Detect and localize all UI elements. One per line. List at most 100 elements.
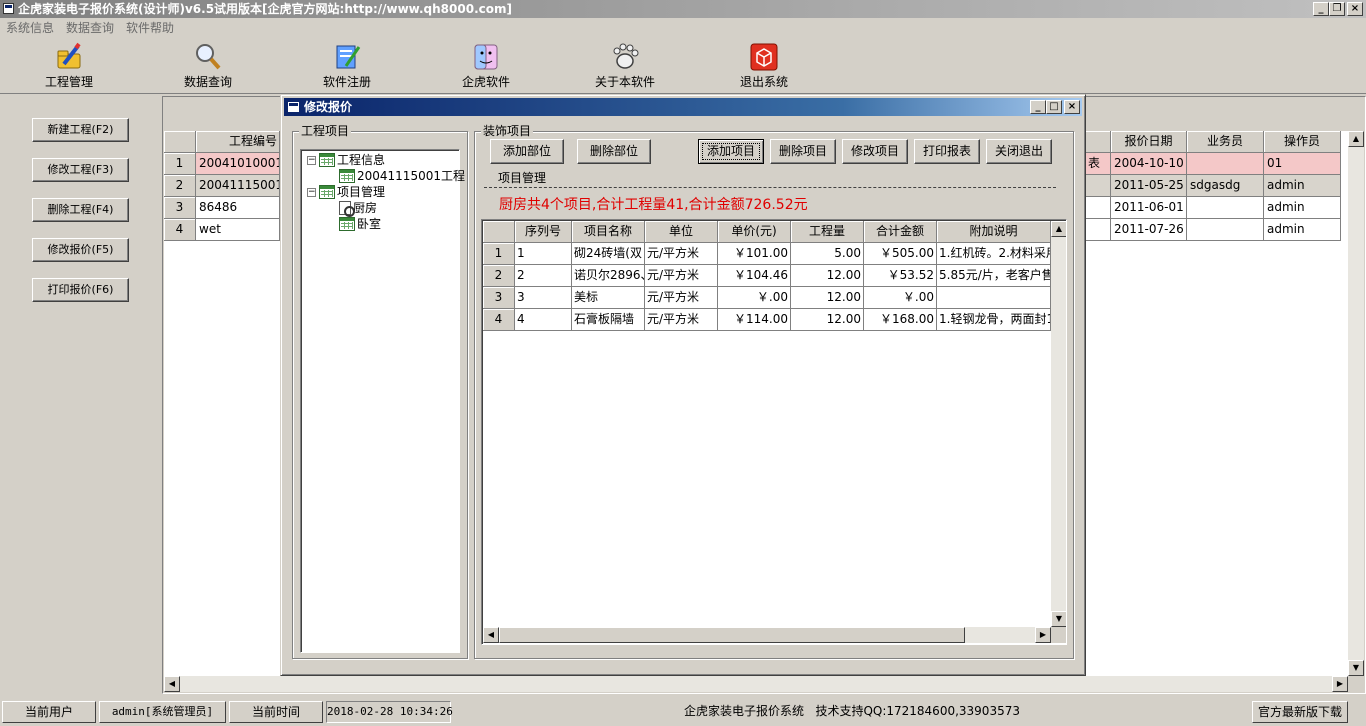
column-header-seq[interactable]: 序列号 <box>515 221 572 243</box>
table-cell[interactable]: admin <box>1264 175 1341 197</box>
toolbar-project-management[interactable]: 工程管理 <box>24 42 114 92</box>
table-cell[interactable]: 01 <box>1264 153 1341 175</box>
tree-node-kitchen[interactable]: 厨房 <box>339 201 377 217</box>
table-cell[interactable]: ￥505.00 <box>864 243 937 265</box>
table-cell[interactable]: 20041010001 <box>196 153 280 175</box>
items-grid-vscroll[interactable]: ▲ ▼ <box>1051 221 1066 627</box>
items-grid-hscroll-thumb[interactable] <box>499 627 965 643</box>
table-cell[interactable]: 2004-10-10 <box>1111 153 1187 175</box>
items-grid-hscroll[interactable]: ◀ ▶ <box>483 627 1051 643</box>
table-cell[interactable] <box>1187 219 1264 241</box>
print-report-button[interactable]: 打印报表 <box>914 139 980 164</box>
table-cell[interactable] <box>1187 197 1264 219</box>
table-cell[interactable]: 元/平方米 <box>645 309 718 331</box>
table-cell[interactable]: ￥104.46 <box>718 265 791 287</box>
table-cell[interactable]: 2011-07-26 <box>1111 219 1187 241</box>
tree-node-project-code[interactable]: 20041115001工程 <box>339 169 465 184</box>
close-button[interactable]: × <box>1347 2 1363 16</box>
toolbar-data-query[interactable]: 数据查询 <box>163 42 253 92</box>
table-cell[interactable]: 1.红机砖。2.材料采用 <box>937 243 1051 265</box>
row-number[interactable]: 4 <box>164 219 196 241</box>
row-number[interactable]: 3 <box>483 287 515 309</box>
column-header-salesperson[interactable]: 业务员 <box>1187 131 1264 153</box>
column-header-total[interactable]: 合计金额 <box>864 221 937 243</box>
row-number[interactable]: 3 <box>164 197 196 219</box>
table-cell[interactable]: 20041115001 <box>196 175 280 197</box>
modify-item-button[interactable]: 修改项目 <box>842 139 908 164</box>
row-number[interactable]: 1 <box>164 153 196 175</box>
column-header-note[interactable]: 附加说明 <box>937 221 1051 243</box>
download-latest-button[interactable]: 官方最新版下载 <box>1252 701 1348 723</box>
tree-node-project-info[interactable]: 工程信息 <box>319 153 385 168</box>
table-cell[interactable]: 1 <box>515 243 572 265</box>
table-cell[interactable]: ￥53.52 <box>864 265 937 287</box>
scroll-right-icon[interactable]: ▶ <box>1035 627 1051 643</box>
table-cell[interactable]: 3 <box>515 287 572 309</box>
column-header-operator[interactable]: 操作员 <box>1264 131 1341 153</box>
scroll-down-icon[interactable]: ▼ <box>1051 611 1066 627</box>
table-cell[interactable]: 2011-05-25 <box>1111 175 1187 197</box>
modify-quote-button[interactable]: 修改报价(F5) <box>32 238 129 262</box>
table-cell[interactable]: 美标 <box>572 287 645 309</box>
scroll-left-icon[interactable]: ◀ <box>483 627 499 643</box>
table-cell[interactable]: 元/平方米 <box>645 243 718 265</box>
table-cell[interactable]: wet <box>196 219 280 241</box>
project-tree[interactable]: − 工程信息 20041115001工程 − 项目管理 厨房 卧室 <box>300 149 465 653</box>
menu-system-info[interactable]: 系统信息 <box>6 18 54 38</box>
tree-collapse-icon[interactable]: − <box>307 156 316 165</box>
scroll-down-icon[interactable]: ▼ <box>1348 660 1364 676</box>
table-cell[interactable]: 2011-06-01 <box>1111 197 1187 219</box>
scroll-left-icon[interactable]: ◀ <box>164 676 180 692</box>
new-project-button[interactable]: 新建工程(F2) <box>32 118 129 142</box>
table-cell[interactable]: sdgasdg <box>1187 175 1264 197</box>
tree-node-item-management[interactable]: 项目管理 <box>319 185 385 200</box>
project-grid-vscroll[interactable]: ▲ ▼ <box>1348 131 1364 676</box>
table-cell[interactable]: 86486 <box>196 197 280 219</box>
dialog-minimize-button[interactable]: _ <box>1030 100 1046 114</box>
table-cell[interactable] <box>1085 219 1111 241</box>
print-quote-button[interactable]: 打印报价(F6) <box>32 278 129 302</box>
close-exit-button[interactable]: 关闭退出 <box>986 139 1052 164</box>
row-number[interactable]: 1 <box>483 243 515 265</box>
table-cell[interactable]: ￥.00 <box>864 287 937 309</box>
toolbar-software-register[interactable]: 软件注册 <box>302 42 392 92</box>
column-header-quote-date[interactable]: 报价日期 <box>1111 131 1187 153</box>
column-header-qty[interactable]: 工程量 <box>791 221 864 243</box>
column-header-unit[interactable]: 单位 <box>645 221 718 243</box>
delete-section-button[interactable]: 删除部位 <box>577 139 651 164</box>
column-header-name[interactable]: 项目名称 <box>572 221 645 243</box>
table-cell[interactable]: 5.85元/片，老客户售 <box>937 265 1051 287</box>
row-number[interactable]: 2 <box>483 265 515 287</box>
table-cell[interactable]: ￥101.00 <box>718 243 791 265</box>
row-number[interactable]: 2 <box>164 175 196 197</box>
table-cell[interactable]: 砌24砖墙(双 <box>572 243 645 265</box>
table-cell[interactable]: 2 <box>515 265 572 287</box>
table-cell[interactable] <box>1085 175 1111 197</box>
tree-node-bedroom[interactable]: 卧室 <box>339 217 381 232</box>
table-cell[interactable]: 诺贝尔2896、 <box>572 265 645 287</box>
table-cell[interactable]: ￥114.00 <box>718 309 791 331</box>
table-cell[interactable]: admin <box>1264 219 1341 241</box>
table-cell[interactable]: ￥.00 <box>718 287 791 309</box>
table-cell[interactable]: ￥168.00 <box>864 309 937 331</box>
table-cell[interactable]: 元/平方米 <box>645 287 718 309</box>
column-header-hidden[interactable] <box>1085 131 1111 153</box>
table-cell[interactable]: 5.00 <box>791 243 864 265</box>
table-cell[interactable]: 12.00 <box>791 265 864 287</box>
minimize-button[interactable]: _ <box>1313 2 1329 16</box>
row-number[interactable]: 4 <box>483 309 515 331</box>
dialog-maximize-button[interactable]: □ <box>1046 100 1062 114</box>
scroll-right-icon[interactable]: ▶ <box>1332 676 1348 692</box>
table-cell[interactable]: 12.00 <box>791 287 864 309</box>
column-header-price[interactable]: 单价(元) <box>718 221 791 243</box>
toolbar-about[interactable]: 关于本软件 <box>580 42 670 92</box>
toolbar-qihu-software[interactable]: 企虎软件 <box>441 42 531 92</box>
scroll-up-icon[interactable]: ▲ <box>1051 221 1066 237</box>
table-cell[interactable] <box>1085 197 1111 219</box>
delete-project-button[interactable]: 删除工程(F4) <box>32 198 129 222</box>
table-cell[interactable]: 4 <box>515 309 572 331</box>
toolbar-exit-system[interactable]: 退出系统 <box>719 42 809 92</box>
table-cell[interactable]: 元/平方米 <box>645 265 718 287</box>
table-cell[interactable] <box>1187 153 1264 175</box>
table-cell[interactable]: admin <box>1264 197 1341 219</box>
